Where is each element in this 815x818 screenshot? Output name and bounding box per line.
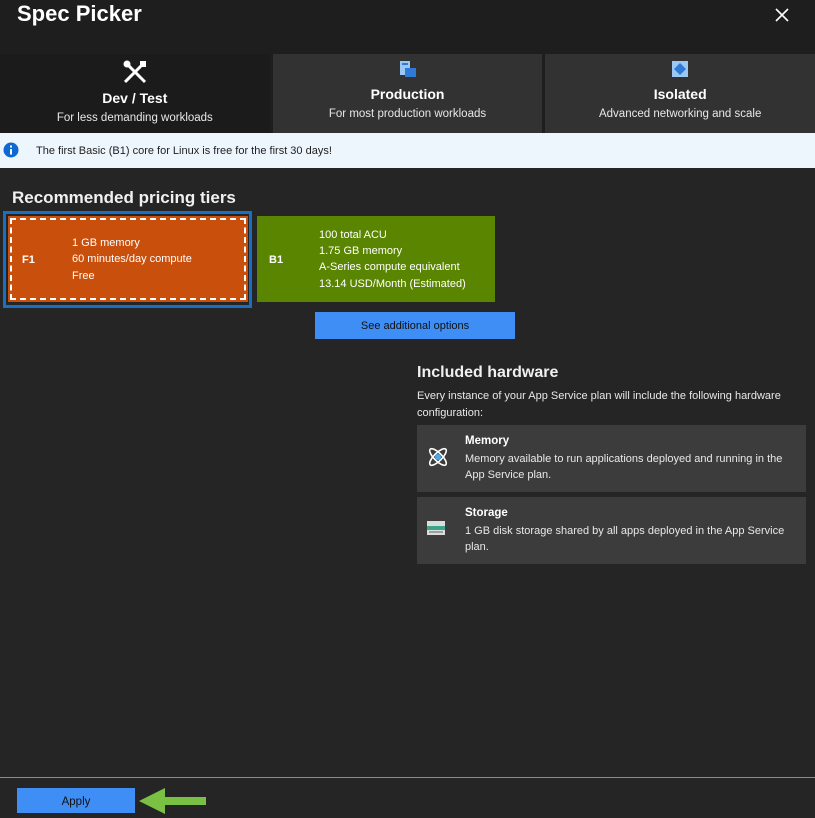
tab-description: For most production workloads [328, 108, 487, 120]
hardware-item-text: 1 GB disk storage shared by all apps dep… [465, 525, 785, 553]
see-additional-options-button[interactable]: See additional options [315, 312, 515, 339]
tier-spec: 60 minutes/day compute [72, 253, 192, 265]
footer-divider [0, 777, 815, 778]
close-icon[interactable] [772, 5, 792, 25]
tab-label: Dev / Test [102, 90, 168, 106]
tab-label: Production [370, 86, 445, 102]
pointer-arrow-icon [139, 787, 207, 818]
hardware-item-memory: Memory Memory available to run applicati… [417, 425, 806, 492]
hardware-item-name: Memory [465, 435, 510, 447]
info-banner: The first Basic (B1) core for Linux is f… [0, 133, 815, 168]
tier-spec: Free [72, 270, 95, 282]
hardware-item-name: Storage [465, 507, 508, 519]
recommended-title: Recommended pricing tiers [12, 188, 236, 207]
storage-icon [427, 521, 445, 540]
tier-spec: 1.75 GB memory [319, 245, 403, 257]
info-icon [3, 142, 19, 163]
isolated-icon [671, 60, 689, 83]
tier-code: F1 [22, 254, 35, 266]
tab-label: Isolated [653, 86, 707, 102]
tier-card-b1[interactable]: B1 100 total ACU 1.75 GB memory A-Series… [257, 216, 495, 302]
tab-dev-test[interactable]: Dev / Test For less demanding workloads [0, 54, 270, 133]
tier-spec: 1 GB memory [72, 237, 140, 249]
tier-spec: 13.14 USD/Month (Estimated) [319, 278, 466, 290]
tier-category-tabs: Dev / Test For less demanding workloads … [0, 54, 815, 133]
tier-spec: 100 total ACU [319, 229, 387, 241]
hardware-title: Included hardware [417, 364, 559, 381]
hardware-item-storage: Storage 1 GB disk storage shared by all … [417, 497, 806, 564]
tab-description: Advanced networking and scale [598, 108, 762, 120]
hardware-description: Every instance of your App Service plan … [417, 390, 781, 419]
tools-icon [122, 59, 148, 90]
tab-production[interactable]: Production For most production workloads [272, 54, 543, 133]
header: Spec Picker [0, 0, 815, 54]
tab-isolated[interactable]: Isolated Advanced networking and scale [545, 54, 815, 133]
tier-code: B1 [269, 254, 284, 266]
hardware-item-text: Memory available to run applications dep… [465, 453, 783, 481]
info-text: The first Basic (B1) core for Linux is f… [36, 145, 332, 157]
apply-button[interactable]: Apply [17, 788, 135, 813]
tier-card-f1[interactable]: F1 1 GB memory 60 minutes/day compute Fr… [8, 216, 248, 302]
tab-description: For less demanding workloads [56, 112, 213, 124]
production-icon [399, 60, 417, 83]
tier-spec: A-Series compute equivalent [319, 261, 460, 273]
memory-icon [426, 445, 450, 474]
window-title: Spec Picker [17, 1, 142, 26]
